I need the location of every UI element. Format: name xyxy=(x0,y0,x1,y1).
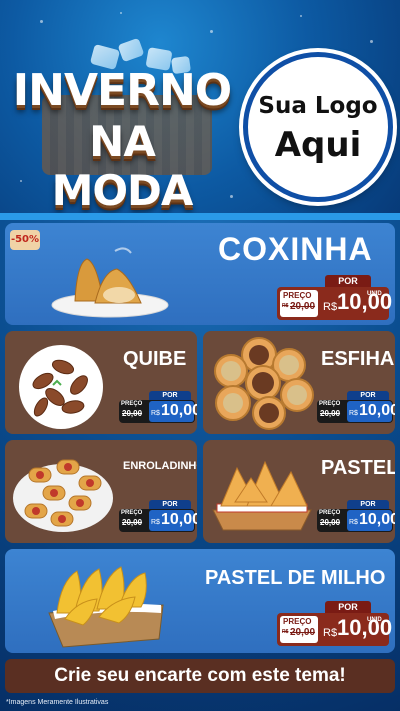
enroladinho-icon xyxy=(13,459,113,532)
product-name: PASTEL xyxy=(321,457,395,479)
product-card-esfiha: ESFIHA POR PREÇO 20,00 R$ 10,00 xyxy=(203,331,395,434)
old-price: 20,00 xyxy=(320,409,341,418)
old-price: 20,00 xyxy=(122,518,143,527)
preco-label: PREÇO xyxy=(121,401,143,407)
preco-label: PREÇO xyxy=(121,510,143,516)
unit-label: UNID xyxy=(367,617,382,623)
product-card-coxinha: COXINHA POR PREÇO R$ 20,00 R$ 10,00 UNID xyxy=(5,223,395,325)
header-banner: INVERNO NA MODA Sua Logo Aqui xyxy=(0,0,400,215)
old-price-currency: R$ xyxy=(282,303,289,309)
currency-symbol: R$ xyxy=(151,410,160,417)
quibe-icon xyxy=(19,345,103,429)
price-tag: POR PREÇO 20,00 R$ 10,00 xyxy=(119,500,197,532)
product-name: QUIBE xyxy=(123,348,187,370)
snowflake xyxy=(40,20,43,23)
old-price: 20,00 xyxy=(320,518,341,527)
currency-symbol: R$ xyxy=(349,519,358,526)
pastel-milho-icon xyxy=(48,566,164,648)
old-price: 20,00 xyxy=(290,627,316,638)
price-tag: POR PREÇO R$ 20,00 R$ 10,00 UNID xyxy=(277,601,393,646)
snowflake xyxy=(300,15,302,17)
product-name: ENROLADINHO xyxy=(123,460,197,472)
title-line-2: NA MODA xyxy=(51,117,194,215)
product-card-pastel-milho: PASTEL DE MILHO POR PREÇO R$ 20,00 R$ 10… xyxy=(5,549,395,653)
price-tag: POR PREÇO 20,00 R$ 10,00 xyxy=(317,500,395,532)
currency-symbol: R$ xyxy=(349,410,358,417)
flyer-page: INVERNO NA MODA Sua Logo Aqui COXINHA PO… xyxy=(0,0,400,711)
currency-symbol: R$ xyxy=(323,627,338,639)
currency-symbol: R$ xyxy=(151,519,160,526)
por-label: POR xyxy=(347,391,389,400)
logo-placeholder: Sua Logo Aqui xyxy=(243,52,393,202)
current-price: 10,00 xyxy=(359,402,395,419)
esfiha-icon xyxy=(214,337,314,430)
product-name: PASTEL DE MILHO xyxy=(205,567,386,589)
product-name: COXINHA xyxy=(218,231,373,267)
current-price: 10,00 xyxy=(161,511,197,528)
price-tag: POR PREÇO R$ 20,00 R$ 10,00 UNID xyxy=(277,275,393,320)
discount-badge: -50% xyxy=(10,230,40,250)
ice-cube-icon xyxy=(117,37,145,63)
snowflake xyxy=(210,30,213,33)
old-price-currency: R$ xyxy=(282,629,289,635)
disclaimer-text: *Imagens Meramente Ilustrativas xyxy=(6,699,109,706)
current-price: 10,00 xyxy=(337,289,393,314)
por-label: POR xyxy=(149,391,191,400)
product-card-quibe: QUIBE POR PREÇO 20,00 R$ 10,00 xyxy=(5,331,197,434)
product-card-enroladinho: ENROLADINHO POR PREÇO 20,00 R$ 10,00 xyxy=(5,440,197,543)
preco-label: PREÇO xyxy=(319,401,341,407)
por-label: POR xyxy=(149,500,191,509)
old-price: 20,00 xyxy=(122,409,143,418)
snowflake xyxy=(120,12,122,14)
title-line-1: INVERNO xyxy=(12,65,232,116)
current-price: 10,00 xyxy=(161,402,197,419)
title-logo: INVERNO NA MODA xyxy=(12,37,232,215)
por-label: POR xyxy=(325,275,371,287)
pastel-icon xyxy=(212,460,312,531)
price-tag: POR PREÇO 20,00 R$ 10,00 xyxy=(317,391,395,423)
logo-text-line-2: Aqui xyxy=(274,125,362,165)
current-price: 10,00 xyxy=(359,511,395,528)
snowflake xyxy=(370,40,373,43)
preco-label: PREÇO xyxy=(319,510,341,516)
preco-label: PREÇO xyxy=(283,617,312,626)
price-tag: POR PREÇO 20,00 R$ 10,00 xyxy=(119,391,197,423)
old-price: 20,00 xyxy=(290,301,316,312)
preco-label: PREÇO xyxy=(283,291,312,300)
product-name: ESFIHA xyxy=(321,348,395,370)
por-label: POR xyxy=(325,601,371,613)
coxinha-icon xyxy=(51,247,169,318)
logo-text-line-1: Sua Logo xyxy=(258,93,378,119)
product-card-pastel: PASTEL POR PREÇO 20,00 R$ 10,00 xyxy=(203,440,395,543)
por-label: POR xyxy=(347,500,389,509)
cta-banner[interactable]: Crie seu encarte com este tema! xyxy=(5,659,395,693)
currency-symbol: R$ xyxy=(323,301,338,313)
header-divider xyxy=(0,213,400,220)
unit-label: UNID xyxy=(367,291,382,297)
current-price: 10,00 xyxy=(337,615,393,640)
